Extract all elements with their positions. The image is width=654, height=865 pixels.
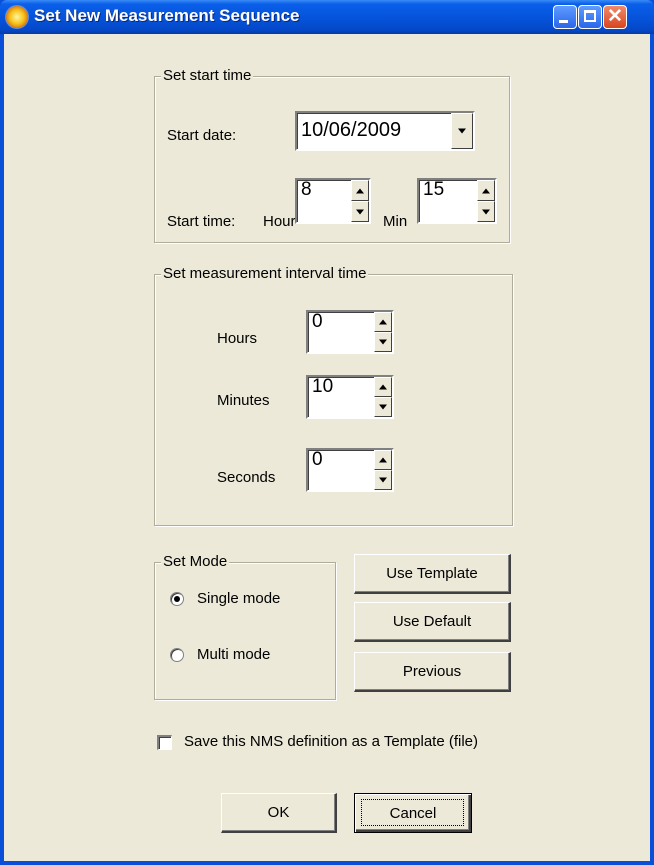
seconds-down-button[interactable] <box>374 470 392 490</box>
hour-up-button[interactable] <box>351 180 369 201</box>
start-time-group-label: Set start time <box>161 67 254 84</box>
minimize-button[interactable] <box>553 5 577 29</box>
radio-selected-dot <box>174 596 180 602</box>
seconds-up-button[interactable] <box>374 450 392 470</box>
hours-spinner[interactable]: 0 <box>306 310 394 354</box>
mode-group: Set Mode <box>154 553 336 700</box>
seconds-spin-buttons <box>374 450 392 490</box>
date-dropdown-button[interactable] <box>451 113 473 149</box>
arrow-up-icon <box>482 188 490 193</box>
chevron-down-icon <box>458 128 466 134</box>
min-value: 15 <box>423 179 445 200</box>
start-date-picker[interactable]: 10/06/2009 <box>295 111 475 151</box>
start-date-value: 10/06/2009 <box>301 119 402 141</box>
arrow-down-icon <box>379 477 387 483</box>
interval-group-label: Set measurement interval time <box>161 265 369 282</box>
single-mode-radio[interactable] <box>170 592 184 606</box>
min-up-button[interactable] <box>477 180 495 201</box>
arrow-down-icon <box>482 209 490 214</box>
minutes-value: 10 <box>312 376 334 397</box>
hours-down-button[interactable] <box>374 332 392 352</box>
dialog-window: Set New Measurement Sequence ✕ Set start… <box>0 0 654 865</box>
app-sun-icon <box>6 6 28 28</box>
window-title: Set New Measurement Sequence <box>34 6 300 25</box>
close-button[interactable]: ✕ <box>603 5 627 29</box>
previous-button[interactable]: Previous <box>354 652 511 692</box>
hour-value: 8 <box>301 179 312 200</box>
arrow-up-icon <box>379 457 387 463</box>
minutes-down-button[interactable] <box>374 397 392 417</box>
seconds-spinner[interactable]: 0 <box>306 448 394 492</box>
start-time-label: Start time: <box>167 213 236 230</box>
min-label: Min <box>383 213 408 230</box>
use-default-button[interactable]: Use Default <box>354 602 511 642</box>
min-spin-buttons <box>477 180 495 222</box>
use-template-button[interactable]: Use Template <box>354 554 511 594</box>
multi-mode-label[interactable]: Multi mode <box>197 646 270 663</box>
min-spinner[interactable]: 15 <box>417 178 497 224</box>
hours-value: 0 <box>312 311 323 332</box>
title-bar[interactable]: Set New Measurement Sequence ✕ <box>0 0 654 34</box>
arrow-up-icon <box>379 384 387 390</box>
hour-label: Hour <box>263 213 296 230</box>
start-date-label: Start date: <box>167 127 237 144</box>
cancel-button[interactable]: Cancel <box>354 793 472 833</box>
hours-label: Hours <box>217 330 258 347</box>
arrow-up-icon <box>379 319 387 325</box>
maximize-icon <box>584 10 596 22</box>
arrow-up-icon <box>356 188 364 193</box>
save-template-checkbox[interactable] <box>157 735 172 750</box>
hours-up-button[interactable] <box>374 312 392 332</box>
minutes-spinner[interactable]: 10 <box>306 375 394 419</box>
hours-spin-buttons <box>374 312 392 352</box>
maximize-button[interactable] <box>578 5 602 29</box>
mode-group-label: Set Mode <box>161 553 230 570</box>
minimize-icon <box>559 20 568 23</box>
arrow-down-icon <box>356 209 364 214</box>
save-template-label[interactable]: Save this NMS definition as a Template (… <box>184 733 478 750</box>
min-down-button[interactable] <box>477 201 495 222</box>
arrow-down-icon <box>379 404 387 410</box>
seconds-value: 0 <box>312 449 323 470</box>
minutes-spin-buttons <box>374 377 392 417</box>
single-mode-label[interactable]: Single mode <box>197 590 280 607</box>
hour-spin-buttons <box>351 180 369 222</box>
seconds-label: Seconds <box>217 469 276 486</box>
hour-spinner[interactable]: 8 <box>295 178 371 224</box>
minutes-up-button[interactable] <box>374 377 392 397</box>
hour-down-button[interactable] <box>351 201 369 222</box>
focus-rectangle <box>361 799 464 826</box>
ok-button[interactable]: OK <box>221 793 337 833</box>
close-icon: ✕ <box>607 6 623 27</box>
arrow-down-icon <box>379 339 387 345</box>
minutes-label: Minutes <box>217 392 270 409</box>
dialog-client-area: Set start time Start date: 10/06/2009 St… <box>4 34 650 861</box>
multi-mode-radio[interactable] <box>170 648 184 662</box>
